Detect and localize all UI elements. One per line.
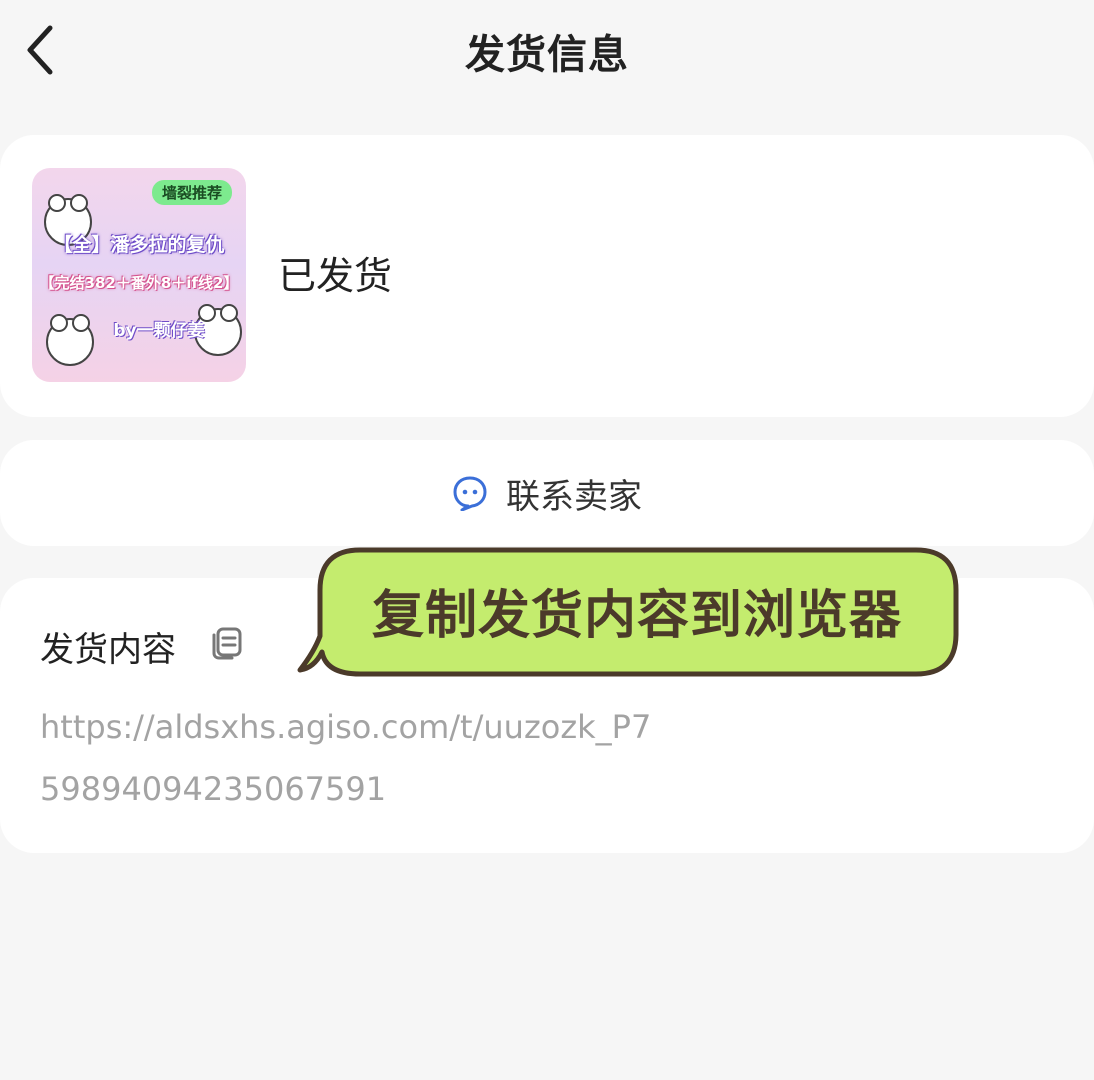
overlay-caption: 复制发货内容到浏览器 <box>371 585 902 646</box>
delivery-status: 已发货 <box>278 254 393 298</box>
product-thumbnail[interactable]: 墙裂推荐 【全】潘多拉的复仇 【完结382＋番外8＋if线2】 by一颗仔姜 <box>32 168 246 382</box>
product-card[interactable]: 墙裂推荐 【全】潘多拉的复仇 【完结382＋番外8＋if线2】 by一颗仔姜 已… <box>0 135 1094 417</box>
contact-seller-label: 联系卖家 <box>506 476 642 517</box>
delivery-content-title: 发货内容 <box>40 630 176 670</box>
delivery-content-url[interactable]: https://aldsxhs.agiso.com/t/uuzozk_P7598… <box>40 696 660 820</box>
copy-icon[interactable] <box>208 625 244 661</box>
thumbnail-subtitle: 【完结382＋番外8＋if线2】 <box>39 274 239 292</box>
thumbnail-title: 【全】潘多拉的复仇 <box>53 234 225 256</box>
chat-bubble-icon <box>453 476 487 511</box>
thumbnail-author: by一颗仔姜 <box>113 321 205 341</box>
thumbnail-badge: 墙裂推荐 <box>152 180 233 205</box>
contact-card: 联系卖家 <box>0 440 1094 546</box>
page-title: 发货信息 <box>465 32 629 78</box>
contact-seller-button[interactable]: 联系卖家 <box>0 440 1094 546</box>
header: 发货信息 <box>0 0 1094 100</box>
